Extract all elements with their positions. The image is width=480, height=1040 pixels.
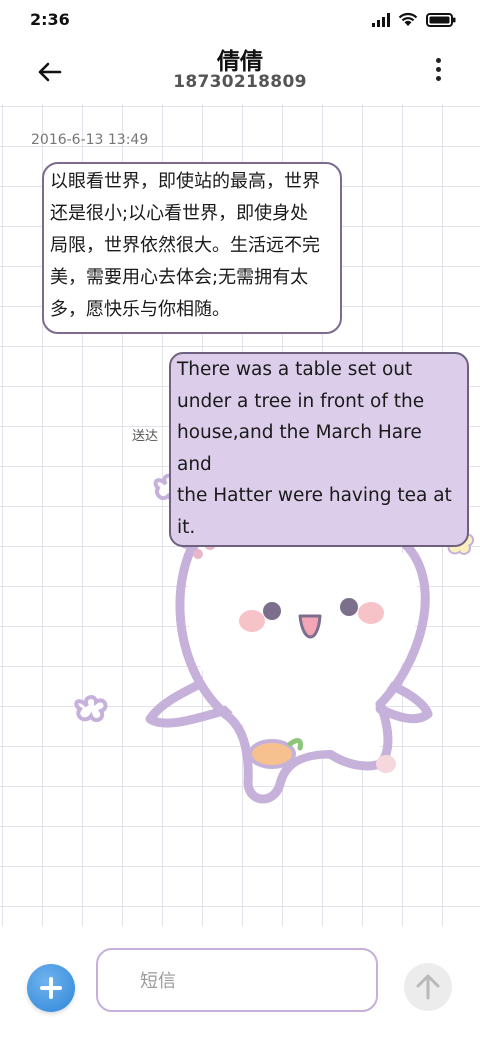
message-timestamp: 2016-6-13 13:49: [31, 132, 149, 148]
sms-input[interactable]: [138, 970, 362, 993]
status-bar: 2:36: [0, 0, 480, 40]
incoming-message-line: 局限，世界依然很大。生活远不完: [50, 235, 320, 256]
incoming-message-line: 多，愿快乐与你相随。: [50, 299, 230, 320]
delivery-status: 送达: [132, 429, 159, 444]
incoming-message-line: 还是很小;以心看世界，即使身处: [50, 203, 309, 224]
outgoing-message-line: house,and the March Hare and: [177, 422, 422, 475]
sms-input-box[interactable]: [96, 948, 378, 1012]
signal-icon: [372, 12, 390, 27]
battery-icon: [426, 12, 456, 27]
message-list[interactable]: 2016-6-13 13:49 以眼看世界，即使站的最高，世界 还是很小;以心看…: [0, 104, 480, 926]
incoming-message-line: 以眼看世界，即使站的最高，世界: [50, 171, 320, 192]
outgoing-message-line: the Hatter were having tea at: [177, 485, 452, 506]
more-vertical-icon: [434, 58, 442, 81]
outgoing-message-line: it.: [177, 516, 196, 538]
incoming-message-line: 美，需要用心去体会;无需拥有太: [50, 267, 309, 288]
send-button[interactable]: [404, 963, 452, 1011]
status-time: 2:36: [30, 10, 70, 29]
outgoing-message-bubble[interactable]: There was a table set out under a tree i…: [169, 352, 469, 547]
contact-phone-number: 18730218809: [173, 72, 307, 92]
outgoing-message-line: under a tree in front of the: [177, 390, 425, 412]
send-arrow-icon: [416, 974, 440, 1000]
incoming-message-bubble[interactable]: 以眼看世界，即使站的最高，世界 还是很小;以心看世界，即使身处 局限，世界依然很…: [42, 162, 342, 334]
more-options-button[interactable]: [434, 58, 442, 86]
conversation-header: 倩倩 18730218809: [0, 40, 480, 104]
status-icons: [372, 12, 456, 27]
outgoing-message-line: There was a table set out: [177, 359, 413, 380]
composer-bar: [0, 926, 480, 1040]
contact-name: 倩倩: [217, 49, 263, 75]
add-attachment-button[interactable]: [27, 964, 75, 1012]
wifi-icon: [398, 12, 418, 26]
